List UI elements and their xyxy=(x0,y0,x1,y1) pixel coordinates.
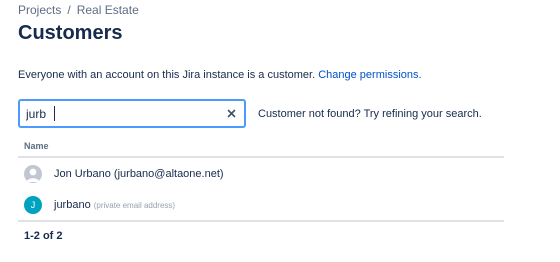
customer-info-message: Everyone with an account on this Jira in… xyxy=(18,69,319,81)
default-user-icon xyxy=(24,165,42,183)
breadcrumb-separator: / xyxy=(67,3,71,17)
avatar: J xyxy=(24,196,42,214)
table-row[interactable]: J jurbano (private email address) xyxy=(18,190,504,220)
customer-name-cell: jurbano (private email address) xyxy=(54,199,175,211)
table-header-divider xyxy=(18,156,504,158)
close-icon[interactable] xyxy=(225,107,238,120)
table-row[interactable]: Jon Urbano (jurbano@altaone.net) xyxy=(18,159,504,189)
customer-info-text: Everyone with an account on this Jira in… xyxy=(18,69,422,81)
search-status-message: Customer not found? Try refining your se… xyxy=(258,108,482,120)
page-title: Customers xyxy=(18,22,123,44)
breadcrumb-real-estate[interactable]: Real Estate xyxy=(77,3,139,17)
customer-name: Jon Urbano (jurbano@altaone.net) xyxy=(54,168,224,180)
column-header-name: Name xyxy=(24,141,49,151)
customer-name: jurbano xyxy=(54,199,91,211)
customer-search-input[interactable] xyxy=(26,101,226,126)
breadcrumb-projects[interactable]: Projects xyxy=(18,3,61,17)
change-permissions-link[interactable]: Change permissions. xyxy=(318,69,421,81)
text-caret xyxy=(54,106,55,121)
customer-search-field[interactable] xyxy=(18,99,246,128)
table-footer-divider xyxy=(18,220,504,222)
customers-page: Projects / Real Estate Customers Everyon… xyxy=(0,0,560,262)
breadcrumb: Projects / Real Estate xyxy=(18,3,139,17)
pagination-count: 1-2 of 2 xyxy=(24,230,63,242)
customer-email-note: (private email address) xyxy=(93,201,176,210)
